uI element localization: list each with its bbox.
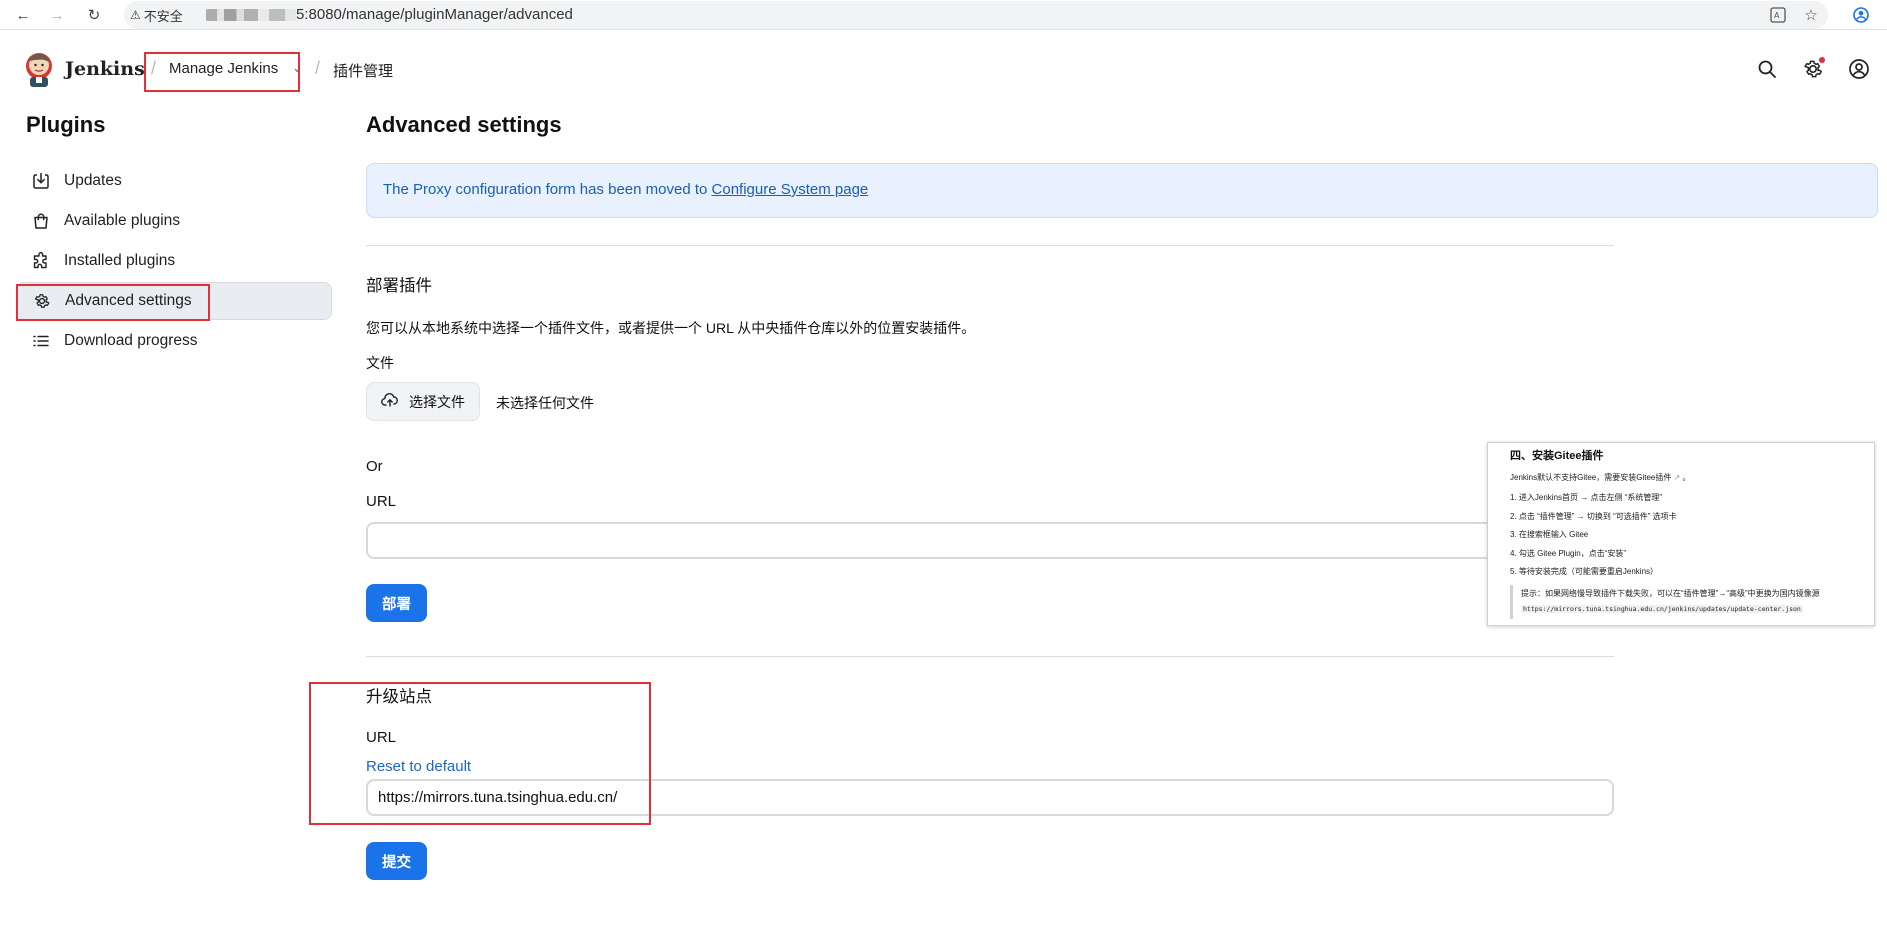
breadcrumb-separator: /	[315, 58, 321, 78]
doc-step: 3. 在搜索框输入 Gitee	[1510, 530, 1589, 539]
search-icon[interactable]	[1754, 56, 1780, 82]
divider	[366, 656, 1614, 657]
warning-icon: ⚠	[130, 8, 141, 22]
sidebar-item-available-plugins[interactable]: Available plugins	[16, 202, 332, 240]
bookmark-star-icon[interactable]: ☆	[1800, 4, 1822, 26]
breadcrumb-plugin-manager[interactable]: 插件管理	[333, 60, 393, 81]
notice-text: The Proxy configuration form has been mo…	[383, 181, 712, 198]
gear-icon[interactable]	[1800, 56, 1826, 82]
choose-file-button[interactable]: 选择文件	[366, 382, 480, 421]
deploy-url-label: URL	[366, 493, 397, 510]
cloud-upload-icon	[381, 393, 399, 410]
shopping-bag-icon	[30, 210, 52, 232]
submit-button[interactable]: 提交	[366, 842, 427, 880]
doc-tip-url: https://mirrors.tuna.tsinghua.edu.cn/jen…	[1521, 604, 1803, 613]
deploy-url-input[interactable]	[366, 522, 1614, 559]
sidebar-title: Plugins	[26, 112, 106, 137]
redacted-host	[206, 9, 296, 21]
annotation-box-advanced-settings	[16, 284, 210, 321]
link-icon: ↗	[1673, 473, 1681, 482]
address-bar[interactable]: ⚠ 不安全 5:8080/manage/pluginManager/advanc…	[124, 1, 1828, 29]
sidebar-item-installed-plugins[interactable]: Installed plugins	[16, 242, 332, 280]
proxy-notice: The Proxy configuration form has been mo…	[366, 163, 1878, 218]
doc-step: 1. 进入Jenkins首页 → 点击左侧 “系统管理”	[1510, 493, 1663, 502]
sidebar-item-label: Updates	[64, 172, 122, 189]
deploy-description: 您可以从本地系统中选择一个插件文件，或者提供一个 URL 从中央插件仓库以外的位…	[366, 320, 976, 336]
reload-icon[interactable]: ↻	[83, 4, 105, 26]
file-label: 文件	[366, 355, 394, 371]
deploy-plugin-heading: 部署插件	[366, 277, 432, 295]
profile-icon[interactable]	[1850, 4, 1872, 26]
download-icon	[30, 170, 52, 192]
puzzle-icon	[30, 250, 52, 272]
sidebar-item-label: Installed plugins	[64, 252, 176, 269]
user-account-icon[interactable]	[1846, 56, 1872, 82]
sidebar-item-download-progress[interactable]: Download progress	[16, 322, 332, 360]
doc-step: 4. 勾选 Gitee Plugin，点击“安装”	[1510, 548, 1627, 558]
choose-file-label: 选择文件	[409, 393, 465, 410]
sidebar-item-updates[interactable]: Updates	[16, 162, 332, 200]
file-status: 未选择任何文件	[496, 395, 594, 411]
list-icon	[30, 330, 52, 352]
jenkins-logo-icon[interactable]	[22, 50, 56, 88]
doc-tip-text: 提示：如果网络慢导致插件下载失败，可以在“插件管理”→“高级”中更换为国内镜像源	[1521, 588, 1820, 598]
page-title: Advanced settings	[366, 112, 562, 137]
configure-system-link[interactable]: Configure System page	[712, 181, 869, 198]
divider	[366, 245, 1614, 246]
sidebar-item-label: Available plugins	[64, 212, 181, 229]
doc-step: 2. 点击 “插件管理” → 切换到 “可选插件” 选项卡	[1510, 511, 1677, 521]
notification-dot	[1819, 57, 1825, 63]
brand-name[interactable]: Jenkins	[65, 58, 145, 80]
or-label: Or	[366, 458, 383, 475]
annotation-box-update-site	[309, 682, 651, 825]
annotation-box-manage-jenkins	[144, 52, 300, 92]
doc-overlay-card: 四、安装Gitee插件 Jenkins默认不支持Gitee，需要安装Gitee插…	[1487, 442, 1875, 626]
svg-text:A: A	[1774, 11, 1780, 20]
sidebar-item-label: Download progress	[64, 332, 198, 349]
back-icon[interactable]: ←	[12, 4, 34, 26]
doc-heading: 四、安装Gitee插件	[1510, 450, 1604, 462]
doc-step: 5. 等待安装完成（可能需要重启Jenkins）	[1510, 567, 1659, 576]
url-text: 5:8080/manage/pluginManager/advanced	[296, 6, 573, 23]
browser-toolbar: ← → ↻ ⚠ 不安全 5:8080/manage/pluginManager/…	[0, 0, 1887, 30]
doc-intro: Jenkins默认不支持Gitee，需要安装Gitee插件 ↗ 。	[1510, 473, 1691, 482]
security-indicator[interactable]: ⚠ 不安全	[130, 6, 183, 24]
translate-icon[interactable]: A	[1767, 4, 1789, 26]
doc-tip: 提示：如果网络慢导致插件下载失败，可以在“插件管理”→“高级”中更换为国内镜像源…	[1510, 584, 1874, 619]
deploy-button[interactable]: 部署	[366, 584, 427, 622]
forward-icon[interactable]: →	[46, 4, 68, 26]
